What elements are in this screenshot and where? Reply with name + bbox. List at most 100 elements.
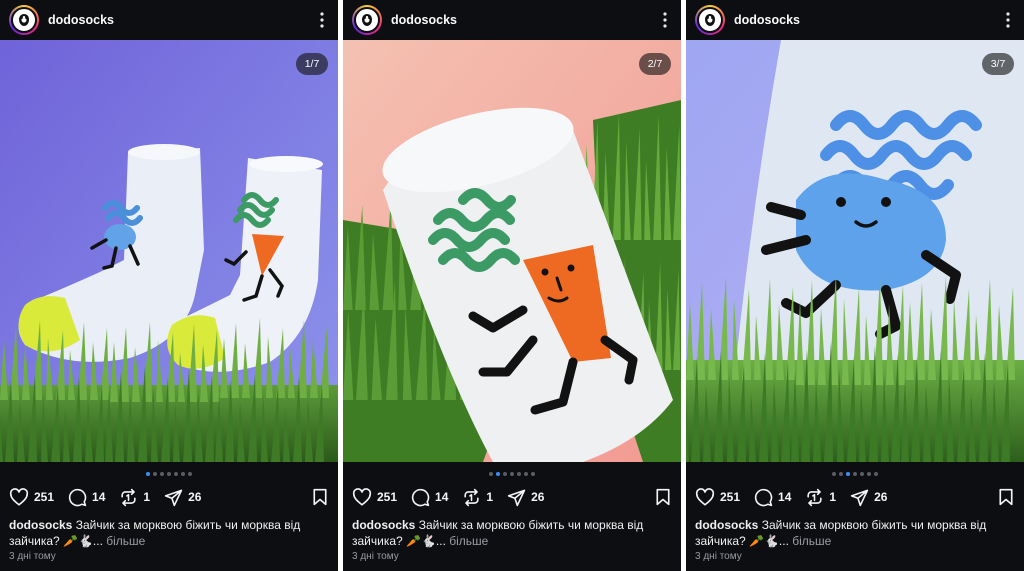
- post-photo[interactable]: 3/7: [686, 40, 1024, 462]
- heart-icon: [695, 488, 715, 506]
- bookmark-icon[interactable]: [312, 488, 328, 511]
- caption-username[interactable]: dodosocks: [695, 518, 758, 532]
- post-card-2: dodosocks 2/7 251 14 1 26 dodosocks Зайч…: [343, 0, 681, 571]
- heart-icon: [9, 488, 29, 506]
- bookmark-icon[interactable]: [998, 488, 1014, 511]
- more-link[interactable]: більше: [103, 534, 145, 548]
- action-bar: 251 14 1 26: [9, 486, 328, 508]
- share-count: 26: [531, 490, 545, 504]
- carousel-dot: [531, 472, 535, 476]
- repost-icon: [121, 488, 137, 506]
- carousel-dot: [832, 472, 836, 476]
- carousel-dot: [510, 472, 514, 476]
- repost-icon: [807, 488, 823, 506]
- carousel-dot: [860, 472, 864, 476]
- carousel-dot: [174, 472, 178, 476]
- carousel-dot: [874, 472, 878, 476]
- comment-icon: [411, 488, 430, 506]
- like-count: 251: [377, 490, 398, 504]
- like-count: 251: [720, 490, 741, 504]
- slide-counter: 2/7: [639, 53, 671, 75]
- more-link[interactable]: більше: [789, 534, 831, 548]
- repost-button[interactable]: 1: [462, 488, 493, 507]
- post-header: dodosocks: [343, 0, 681, 40]
- post-caption: dodosocks Зайчик за морквою біжить чи мо…: [695, 517, 1012, 549]
- slide-counter: 1/7: [296, 53, 328, 75]
- carousel-dot: [160, 472, 164, 476]
- carousel-dot: [496, 472, 500, 476]
- carousel-dot: [146, 472, 150, 476]
- post-username[interactable]: dodosocks: [48, 13, 114, 27]
- bookmark-icon[interactable]: [655, 488, 671, 511]
- carousel-dot: [153, 472, 157, 476]
- share-count: 26: [188, 490, 202, 504]
- action-bar: 251 14 1 26: [695, 486, 1014, 508]
- post-header: dodosocks: [0, 0, 338, 40]
- post-username[interactable]: dodosocks: [734, 13, 800, 27]
- share-icon: [164, 489, 183, 506]
- repost-count: 1: [143, 490, 151, 504]
- comment-icon: [754, 488, 773, 506]
- post-card-1: dodosocks 1/7 251 14 1 26 dodosocks Зайч…: [0, 0, 338, 571]
- comment-button[interactable]: 14: [754, 488, 791, 507]
- repost-count: 1: [486, 490, 494, 504]
- post-photo[interactable]: 2/7: [343, 40, 681, 462]
- repost-count: 1: [829, 490, 837, 504]
- dodo-logo-icon: [697, 7, 723, 33]
- post-time: 3 дні тому: [695, 551, 742, 562]
- share-button[interactable]: 26: [850, 488, 887, 507]
- avatar[interactable]: [9, 5, 39, 35]
- carousel-dot: [181, 472, 185, 476]
- share-icon: [507, 489, 526, 506]
- repost-button[interactable]: 1: [805, 488, 836, 507]
- more-icon[interactable]: [662, 11, 668, 29]
- heart-icon: [352, 488, 372, 506]
- share-icon: [850, 489, 869, 506]
- avatar[interactable]: [352, 5, 382, 35]
- more-link[interactable]: більше: [446, 534, 488, 548]
- carousel-dot: [503, 472, 507, 476]
- post-caption: dodosocks Зайчик за морквою біжить чи мо…: [352, 517, 669, 549]
- comment-button[interactable]: 14: [411, 488, 448, 507]
- repost-button[interactable]: 1: [119, 488, 150, 507]
- carousel-dot: [867, 472, 871, 476]
- post-time: 3 дні тому: [9, 551, 56, 562]
- carousel-dot: [188, 472, 192, 476]
- share-button[interactable]: 26: [507, 488, 544, 507]
- comment-icon: [68, 488, 87, 506]
- dodo-logo-icon: [11, 7, 37, 33]
- share-button[interactable]: 26: [164, 488, 201, 507]
- like-count: 251: [34, 490, 55, 504]
- comment-count: 14: [435, 490, 449, 504]
- more-icon[interactable]: [1005, 11, 1011, 29]
- carousel-dots: [0, 472, 338, 476]
- more-icon[interactable]: [319, 11, 325, 29]
- caption-username[interactable]: dodosocks: [352, 518, 415, 532]
- post-username[interactable]: dodosocks: [391, 13, 457, 27]
- post-card-3: dodosocks 3/7 251 14 1 26 dodosocks Зайч…: [686, 0, 1024, 571]
- carousel-dot: [524, 472, 528, 476]
- avatar[interactable]: [695, 5, 725, 35]
- carousel-dot: [489, 472, 493, 476]
- carousel-dot: [846, 472, 850, 476]
- comment-count: 14: [92, 490, 106, 504]
- carousel-dot: [839, 472, 843, 476]
- like-button[interactable]: 251: [9, 488, 54, 506]
- post-caption: dodosocks Зайчик за морквою біжить чи мо…: [9, 517, 326, 549]
- post-header: dodosocks: [686, 0, 1024, 40]
- carousel-dot: [167, 472, 171, 476]
- caption-username[interactable]: dodosocks: [9, 518, 72, 532]
- like-button[interactable]: 251: [695, 488, 740, 506]
- carousel-dots: [343, 472, 681, 476]
- comment-button[interactable]: 14: [68, 488, 105, 507]
- like-button[interactable]: 251: [352, 488, 397, 506]
- post-photo[interactable]: 1/7: [0, 40, 338, 462]
- dodo-logo-icon: [354, 7, 380, 33]
- carousel-dots: [686, 472, 1024, 476]
- slide-counter: 3/7: [982, 53, 1014, 75]
- repost-icon: [464, 488, 480, 506]
- action-bar: 251 14 1 26: [352, 486, 671, 508]
- post-time: 3 дні тому: [352, 551, 399, 562]
- carousel-dot: [853, 472, 857, 476]
- comment-count: 14: [778, 490, 792, 504]
